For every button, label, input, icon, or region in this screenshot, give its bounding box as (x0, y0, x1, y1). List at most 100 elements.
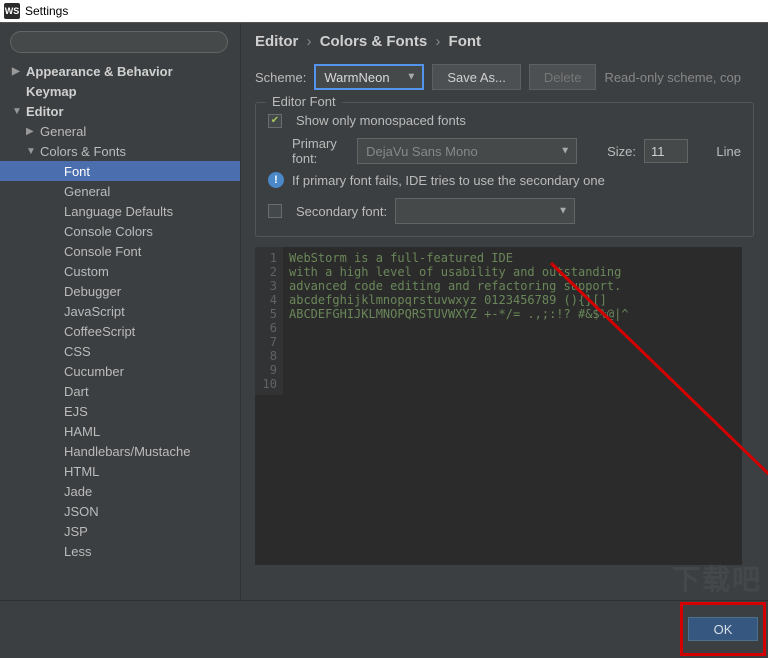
settings-tree: ▶Appearance & BehaviorKeymap▼Editor▶Gene… (0, 61, 240, 561)
sidebar-item[interactable]: Language Defaults (0, 201, 240, 221)
info-row: ! If primary font fails, IDE tries to us… (268, 172, 741, 188)
editor-scrollbar[interactable] (742, 247, 754, 565)
chevron-down-icon: ▼ (560, 146, 570, 157)
scheme-row: Scheme: WarmNeon ▼ Save As... Delete Rea… (255, 64, 754, 90)
delete-button: Delete (529, 64, 597, 90)
secondary-font-label: Secondary font: (296, 204, 387, 219)
sidebar-item[interactable]: Custom (0, 261, 240, 281)
group-title: Editor Font (266, 94, 342, 109)
sidebar-item[interactable]: Console Colors (0, 221, 240, 241)
primary-font-select[interactable]: DejaVu Sans Mono ▼ (357, 138, 577, 164)
scheme-value: WarmNeon (324, 70, 389, 85)
chevron-down-icon: ▼ (406, 72, 416, 83)
editor-font-group: Editor Font Show only monospaced fonts P… (255, 102, 754, 237)
tree-arrow-icon: ▼ (26, 146, 40, 157)
secondary-font-checkbox[interactable] (268, 204, 282, 218)
sidebar-item-label: JavaScript (64, 304, 125, 319)
sidebar-item[interactable]: HTML (0, 461, 240, 481)
font-preview-editor[interactable]: 12345678910 WebStorm is a full-featured … (255, 247, 754, 565)
sidebar-item[interactable]: Console Font (0, 241, 240, 261)
size-label: Size: (607, 144, 636, 159)
main-area: ▶Appearance & BehaviorKeymap▼Editor▶Gene… (0, 22, 768, 600)
primary-font-label: Primary font: (292, 136, 349, 166)
sidebar-item[interactable]: EJS (0, 401, 240, 421)
sidebar-item[interactable]: ▶General (0, 121, 240, 141)
size-input[interactable] (644, 139, 688, 163)
sidebar-item[interactable]: JSP (0, 521, 240, 541)
save-as-button[interactable]: Save As... (432, 64, 521, 90)
sidebar-item-label: Console Font (64, 244, 141, 259)
dialog-footer: OK (0, 600, 768, 658)
tree-arrow-icon: ▶ (12, 66, 26, 77)
sidebar-item-label: EJS (64, 404, 88, 419)
sidebar-item[interactable]: CSS (0, 341, 240, 361)
sidebar-item-label: CoffeeScript (64, 324, 135, 339)
sidebar-item[interactable]: Jade (0, 481, 240, 501)
sidebar-item-label: Appearance & Behavior (26, 64, 173, 79)
sidebar-item-label: Handlebars/Mustache (64, 444, 190, 459)
sidebar-item-label: Dart (64, 384, 89, 399)
sidebar-item-label: Console Colors (64, 224, 153, 239)
sidebar-item-label: Keymap (26, 84, 77, 99)
breadcrumb-c: Font (449, 33, 481, 50)
sidebar-item[interactable]: JSON (0, 501, 240, 521)
scheme-select[interactable]: WarmNeon ▼ (314, 64, 424, 90)
sidebar-item-label: HTML (64, 464, 99, 479)
info-icon: ! (268, 172, 284, 188)
sidebar-item-label: General (40, 124, 86, 139)
breadcrumb: Editor › Colors & Fonts › Font (255, 33, 754, 50)
sidebar-item-label: Debugger (64, 284, 121, 299)
sidebar-item[interactable]: Less (0, 541, 240, 561)
content-panel: Editor › Colors & Fonts › Font Scheme: W… (240, 23, 768, 600)
sidebar-item-label: HAML (64, 424, 100, 439)
breadcrumb-b[interactable]: Colors & Fonts (320, 33, 428, 50)
settings-sidebar: ▶Appearance & BehaviorKeymap▼Editor▶Gene… (0, 23, 240, 600)
secondary-font-select[interactable]: ▼ (395, 198, 575, 224)
sidebar-item[interactable]: Handlebars/Mustache (0, 441, 240, 461)
sidebar-item-label: Less (64, 544, 91, 559)
sidebar-item[interactable]: Debugger (0, 281, 240, 301)
sidebar-item[interactable]: Font (0, 161, 240, 181)
search-input[interactable] (10, 31, 228, 53)
editor-code: WebStorm is a full-featured IDEwith a hi… (283, 247, 635, 395)
sidebar-item-label: Cucumber (64, 364, 124, 379)
annotation-highlight: OK (680, 602, 766, 656)
sidebar-item[interactable]: Cucumber (0, 361, 240, 381)
sidebar-item-label: Jade (64, 484, 92, 499)
sidebar-item[interactable]: ▶Appearance & Behavior (0, 61, 240, 81)
sidebar-item[interactable]: Keymap (0, 81, 240, 101)
sidebar-item-label: JSP (64, 524, 88, 539)
sidebar-item-label: General (64, 184, 110, 199)
sidebar-item-label: Custom (64, 264, 109, 279)
sidebar-item[interactable]: ▼Editor (0, 101, 240, 121)
tree-arrow-icon: ▼ (12, 106, 26, 117)
monospaced-checkbox[interactable] (268, 114, 282, 128)
breadcrumb-a[interactable]: Editor (255, 33, 298, 50)
sidebar-item-label: Colors & Fonts (40, 144, 126, 159)
sidebar-item-label: Editor (26, 104, 64, 119)
chevron-right-icon: › (307, 33, 312, 50)
sidebar-item[interactable]: HAML (0, 421, 240, 441)
editor-gutter: 12345678910 (255, 247, 283, 395)
line-spacing-label: Line (716, 144, 741, 159)
sidebar-item-label: CSS (64, 344, 91, 359)
sidebar-item[interactable]: General (0, 181, 240, 201)
sidebar-item-label: Language Defaults (64, 204, 173, 219)
sidebar-item[interactable]: Dart (0, 381, 240, 401)
primary-font-value: DejaVu Sans Mono (366, 144, 478, 159)
sidebar-item-label: Font (64, 164, 90, 179)
app-logo-icon: WS (4, 3, 20, 19)
sidebar-item[interactable]: ▼Colors & Fonts (0, 141, 240, 161)
chevron-down-icon: ▼ (558, 206, 568, 217)
chevron-right-icon: › (435, 33, 440, 50)
ok-button[interactable]: OK (688, 617, 758, 641)
sidebar-item[interactable]: CoffeeScript (0, 321, 240, 341)
scheme-label: Scheme: (255, 70, 306, 85)
monospaced-label: Show only monospaced fonts (296, 113, 466, 128)
sidebar-item[interactable]: JavaScript (0, 301, 240, 321)
tree-arrow-icon: ▶ (26, 126, 40, 137)
search-wrap (0, 23, 240, 61)
window-title: Settings (25, 4, 68, 18)
sidebar-item-label: JSON (64, 504, 99, 519)
readonly-note: Read-only scheme, cop (604, 70, 741, 85)
